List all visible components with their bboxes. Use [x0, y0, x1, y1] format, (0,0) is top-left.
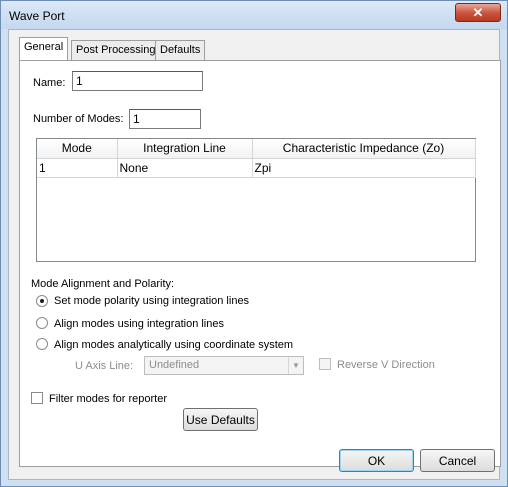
- close-icon: ✕: [472, 4, 484, 20]
- u-axis-line-label: U Axis Line:: [75, 360, 134, 372]
- column-header-integration-line[interactable]: Integration Line: [117, 139, 253, 159]
- reverse-v-direction-label: Reverse V Direction: [337, 359, 435, 371]
- radio-align-integration-lines[interactable]: [36, 317, 48, 329]
- use-defaults-button[interactable]: Use Defaults: [183, 408, 258, 431]
- close-button[interactable]: ✕: [455, 3, 501, 22]
- reverse-v-direction-checkbox[interactable]: [319, 358, 331, 370]
- name-input[interactable]: 1: [72, 71, 203, 91]
- u-axis-line-select[interactable]: Undefined ▼: [144, 356, 304, 375]
- column-header-mode[interactable]: Mode: [37, 139, 118, 159]
- mode-alignment-label: Mode Alignment and Polarity:: [31, 278, 175, 290]
- number-of-modes-input[interactable]: 1: [129, 109, 201, 129]
- tab-defaults[interactable]: Defaults: [155, 40, 206, 60]
- tab-general[interactable]: General: [19, 37, 69, 60]
- filter-modes-checkbox[interactable]: [31, 392, 43, 404]
- radio-set-mode-polarity[interactable]: [36, 295, 48, 307]
- radio-align-analytically[interactable]: [36, 338, 48, 350]
- tab-post-processing[interactable]: Post Processing: [71, 40, 161, 60]
- u-axis-line-value: Undefined: [149, 359, 200, 371]
- cell-characteristic-impedance[interactable]: Zpi: [252, 158, 476, 178]
- wave-port-dialog: Wave Port ✕ General Post Processing Defa…: [0, 0, 508, 487]
- ok-button[interactable]: OK: [339, 449, 414, 472]
- radio-align-integration-lines-label: Align modes using integration lines: [54, 318, 224, 330]
- title-bar: Wave Port ✕: [1, 1, 507, 29]
- cancel-button[interactable]: Cancel: [420, 449, 495, 472]
- table-header-row: Mode Integration Line Characteristic Imp…: [37, 139, 476, 159]
- window-title: Wave Port: [9, 9, 65, 23]
- column-header-characteristic-impedance[interactable]: Characteristic Impedance (Zo): [252, 139, 476, 159]
- radio-align-analytically-label: Align modes analytically using coordinat…: [54, 339, 294, 351]
- table-row[interactable]: 1 None Zpi: [37, 158, 476, 178]
- modes-table[interactable]: Mode Integration Line Characteristic Imp…: [36, 138, 476, 262]
- number-of-modes-label: Number of Modes:: [33, 113, 124, 125]
- name-label: Name:: [33, 77, 66, 89]
- cell-mode[interactable]: 1: [37, 158, 118, 178]
- chevron-down-icon: ▼: [288, 357, 303, 374]
- radio-set-mode-polarity-label: Set mode polarity using integration line…: [54, 295, 250, 307]
- cell-integration-line[interactable]: None: [117, 158, 253, 178]
- filter-modes-label: Filter modes for reporter: [49, 393, 167, 405]
